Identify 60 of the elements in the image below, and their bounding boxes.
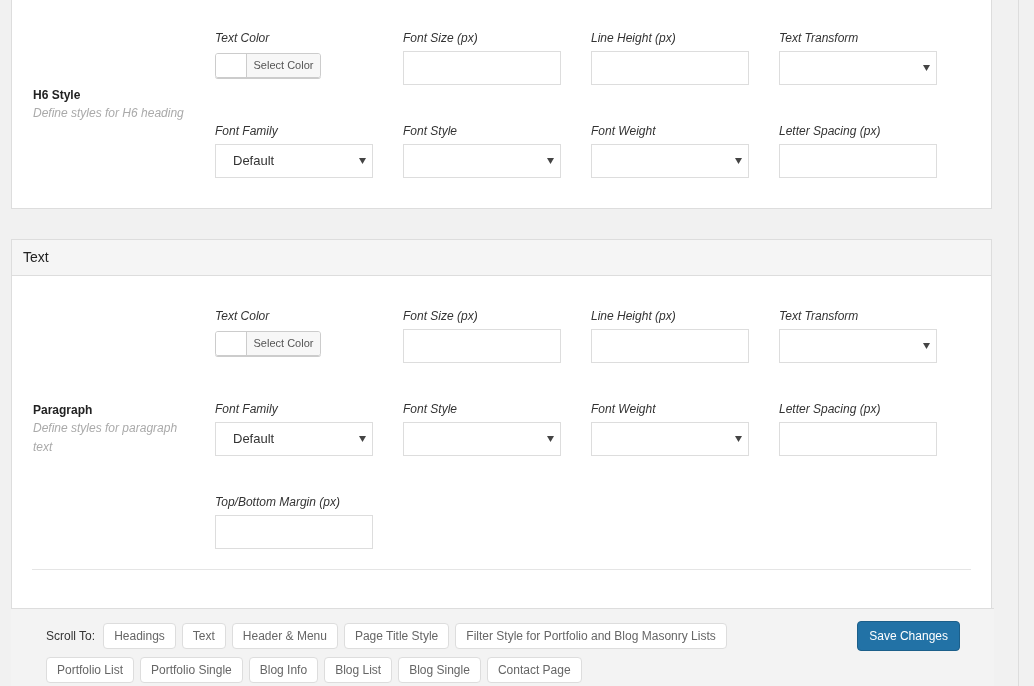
save-changes-button[interactable]: Save Changes [857, 621, 960, 651]
field-label: Letter Spacing (px) [779, 123, 882, 139]
color-picker[interactable]: Select Color [215, 331, 321, 356]
field-label: Font Style [403, 401, 459, 417]
scroll-link[interactable]: Blog List [324, 657, 393, 683]
scroll-link[interactable]: Header & Menu [231, 623, 338, 649]
field-label: Letter Spacing (px) [779, 401, 882, 417]
scroll-link[interactable]: Blog Info [248, 657, 319, 683]
select-dropdown[interactable] [779, 51, 937, 85]
section-description: Define styles for paragraph text [33, 419, 179, 456]
select-dropdown[interactable] [403, 422, 561, 456]
field-label: Font Weight [591, 123, 657, 139]
scroll-to-label: Scroll To: [46, 628, 96, 645]
scroll-link[interactable]: Filter Style for Portfolio and Blog Masonry Lists [455, 623, 727, 649]
text-input[interactable] [591, 51, 749, 85]
section-title: Paragraph [33, 401, 94, 419]
select-dropdown[interactable] [779, 329, 937, 363]
field-label: Font Style [403, 123, 459, 139]
text-input[interactable] [779, 144, 937, 178]
dropdown-caret-icon [547, 436, 554, 442]
select-dropdown[interactable]: Default [215, 422, 373, 456]
field-label: Line Height (px) [591, 30, 677, 46]
text-input[interactable] [403, 51, 561, 85]
scroll-link[interactable]: Headings [103, 623, 176, 649]
text-input[interactable] [403, 329, 561, 363]
dropdown-caret-icon [359, 436, 366, 442]
field-label: Text Color [215, 308, 271, 324]
text-input[interactable] [215, 515, 373, 549]
dropdown-caret-icon [923, 65, 930, 71]
section-title: H6 Style [33, 86, 82, 104]
scroll-link[interactable]: Text [181, 623, 226, 649]
scroll-link[interactable]: Blog Single [398, 657, 481, 683]
field-label: Font Family [215, 401, 279, 417]
select-dropdown[interactable] [591, 422, 749, 456]
scroll-link[interactable]: Portfolio List [46, 657, 135, 683]
text-input[interactable] [591, 329, 749, 363]
select-dropdown[interactable]: Default [215, 144, 373, 178]
field-label: Top/Bottom Margin (px) [215, 494, 341, 510]
panel-header: Text [12, 240, 991, 276]
dropdown-caret-icon [359, 158, 366, 164]
field-label: Font Weight [591, 401, 657, 417]
select-dropdown[interactable] [403, 144, 561, 178]
dropdown-caret-icon [735, 158, 742, 164]
scroll-link[interactable]: Page Title Style [343, 623, 450, 649]
field-label: Text Transform [779, 30, 860, 46]
field-label: Font Size (px) [403, 308, 479, 324]
section-description: Define styles for H6 heading [33, 104, 185, 122]
text-input[interactable] [779, 422, 937, 456]
dropdown-caret-icon [923, 343, 930, 349]
dropdown-caret-icon [547, 158, 554, 164]
field-label: Line Height (px) [591, 308, 677, 324]
dropdown-caret-icon [735, 436, 742, 442]
scroll-link[interactable]: Contact Page [486, 657, 582, 683]
field-label: Text Transform [779, 308, 860, 324]
select-dropdown[interactable] [591, 144, 749, 178]
color-picker[interactable]: Select Color [215, 53, 321, 78]
scroll-link[interactable]: Portfolio Single [140, 657, 243, 683]
field-label: Font Size (px) [403, 30, 479, 46]
field-label: Font Family [215, 123, 279, 139]
field-label: Text Color [215, 30, 271, 46]
